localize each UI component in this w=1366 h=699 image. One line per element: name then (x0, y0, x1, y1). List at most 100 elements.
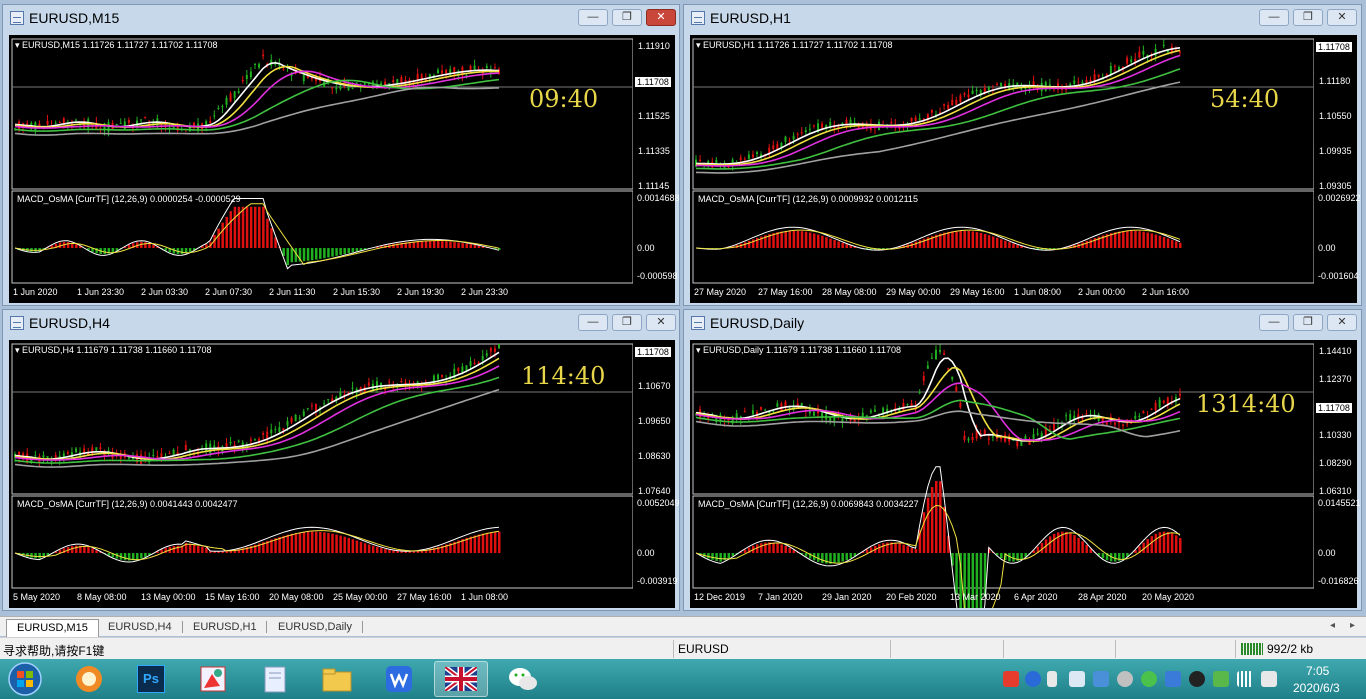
candle-body (1179, 51, 1181, 53)
macd-histogram-bar (432, 240, 436, 249)
window-titlebar[interactable]: EURUSD,H1 — ❐ ✕ (684, 5, 1361, 31)
macd-histogram-bar (943, 506, 946, 554)
macd-pane-border (11, 190, 634, 284)
macd-info: MACD_OsMA [CurrTF] (12,26,9) 0.0009932 0… (698, 194, 918, 204)
tray-monitor-icon[interactable] (1069, 671, 1085, 687)
taskbar-paint[interactable] (186, 661, 240, 697)
price-axis-label: 1.09305 (1319, 181, 1352, 191)
minimize-button[interactable]: — (1259, 314, 1289, 331)
macd-histogram-bar (445, 241, 448, 249)
candle-body (481, 355, 484, 361)
maximize-button[interactable]: ❐ (1293, 314, 1323, 331)
tray-wechat-icon[interactable] (1141, 671, 1157, 687)
macd-histogram-bar (136, 553, 139, 560)
candle-body (1000, 82, 1003, 87)
minimize-button[interactable]: — (578, 314, 608, 331)
tab-eurusd-m15[interactable]: EURUSD,M15 (6, 619, 99, 637)
maximize-button[interactable]: ❐ (1293, 9, 1323, 26)
macd-histogram-bar (1077, 537, 1080, 554)
tray-network-hub-icon[interactable] (1117, 671, 1133, 687)
tray-shield-icon[interactable] (1165, 671, 1181, 687)
taskbar-wechat[interactable] (496, 661, 550, 697)
macd-histogram-bar (1166, 238, 1170, 249)
macd-histogram-bar (221, 222, 224, 249)
help-icon[interactable] (1025, 671, 1041, 687)
macd-histogram-bar (967, 230, 971, 249)
maximize-button[interactable]: ❐ (612, 9, 642, 26)
minimize-button[interactable]: — (1259, 9, 1289, 26)
close-button[interactable]: ✕ (1327, 314, 1357, 331)
chart-window-m15[interactable]: EURUSD,M15 — ❐ ✕ ▾ EURUSD,M15 1.11726 1.… (2, 4, 680, 306)
macd-histogram-bar (1012, 553, 1015, 562)
candle-body (1150, 408, 1153, 410)
candle-body (987, 438, 990, 440)
macd-histogram-bar (780, 544, 783, 554)
candle-body (249, 439, 252, 441)
candle-body (225, 443, 228, 448)
close-button[interactable]: ✕ (646, 314, 676, 331)
tray-box-icon[interactable] (1093, 671, 1109, 687)
minimize-button[interactable]: — (578, 9, 608, 26)
candle-body (34, 455, 37, 457)
macd-histogram-bar (837, 241, 840, 249)
taskbar-wps-writer[interactable] (372, 661, 426, 697)
candle-body (910, 117, 913, 122)
close-button[interactable]: ✕ (1327, 9, 1357, 26)
tray-qq-icon[interactable] (1189, 671, 1205, 687)
volume-icon[interactable] (1261, 671, 1277, 687)
network-signal-icon[interactable] (1237, 671, 1253, 687)
candle-body (975, 89, 978, 92)
start-button[interactable] (0, 661, 50, 697)
clock-time[interactable]: 7:05 (1306, 664, 1329, 678)
ma-green-line (14, 376, 500, 464)
tab-scroll-right-icon[interactable]: ▸ (1350, 620, 1355, 631)
close-button[interactable]: ✕ (646, 9, 676, 26)
ma-fast-line (14, 61, 500, 128)
taskbar-photoshop[interactable]: Ps (124, 661, 178, 697)
taskbar-browser[interactable] (62, 661, 116, 697)
candle-body (493, 348, 496, 352)
chart-window-daily[interactable]: EURUSD,Daily — ❐ ✕ ▾ EURUSD,Daily 1.1167… (683, 309, 1362, 611)
macd-histogram-bar (1179, 538, 1182, 554)
macd-histogram-bar (845, 244, 848, 249)
macd-histogram-bar (213, 551, 216, 554)
taskbar-notes[interactable] (248, 661, 302, 697)
tray-security-icon[interactable] (1213, 671, 1229, 687)
candle-body (812, 125, 815, 127)
taskbar-file-explorer[interactable] (310, 661, 364, 697)
sogou-input-icon[interactable] (1003, 671, 1019, 687)
ma-fast-line (14, 351, 500, 460)
macd-histogram-bar (461, 243, 464, 249)
maximize-button[interactable]: ❐ (612, 314, 642, 331)
macd-histogram-bar (319, 248, 322, 259)
taskbar-metatrader[interactable] (434, 661, 488, 697)
chart-window-h1[interactable]: EURUSD,H1 — ❐ ✕ ▾ EURUSD,H1 1.11726 1.11… (683, 4, 1362, 306)
macd-histogram-bar (123, 553, 127, 561)
candle-body (441, 375, 444, 377)
macd-histogram-bar (983, 234, 987, 249)
macd-histogram-bar (1073, 535, 1076, 554)
macd-histogram-bar (241, 206, 245, 249)
macd-histogram-bar (323, 248, 326, 259)
macd-histogram-bar (465, 243, 468, 249)
candle-body (1113, 65, 1116, 67)
window-titlebar[interactable]: EURUSD,Daily — ❐ ✕ (684, 310, 1361, 336)
tab-eurusd-h1[interactable]: EURUSD,H1 (183, 619, 267, 637)
tab-eurusd-daily[interactable]: EURUSD,Daily (268, 619, 362, 637)
tab-scroll-left-icon[interactable]: ◂ (1330, 620, 1335, 631)
price-axis-label: 1.09935 (1319, 146, 1352, 156)
paint-icon (200, 666, 226, 692)
chart-window-h4[interactable]: EURUSD,H4 — ❐ ✕ ▾ EURUSD,H4 1.11679 1.11… (2, 309, 680, 611)
chart-area[interactable]: ▾ EURUSD,M15 1.11726 1.11727 1.11702 1.1… (9, 35, 680, 303)
macd-histogram-bar (314, 531, 318, 554)
tab-eurusd-h4[interactable]: EURUSD,H4 (98, 619, 182, 637)
chart-area[interactable]: ▾ EURUSD,Daily 1.11679 1.11738 1.11660 1… (690, 340, 1361, 608)
tray-settings-icon[interactable] (1047, 671, 1057, 687)
macd-histogram-bar (473, 535, 477, 554)
chart-area[interactable]: ▾ EURUSD,H1 1.11726 1.11727 1.11702 1.11… (690, 35, 1361, 303)
window-titlebar[interactable]: EURUSD,H4 — ❐ ✕ (3, 310, 679, 336)
candle-body (388, 381, 391, 383)
clock-date[interactable]: 2020/6/3 (1293, 681, 1340, 695)
chart-area[interactable]: ▾ EURUSD,H4 1.11679 1.11738 1.11660 1.11… (9, 340, 680, 608)
window-titlebar[interactable]: EURUSD,M15 — ❐ ✕ (3, 5, 679, 31)
